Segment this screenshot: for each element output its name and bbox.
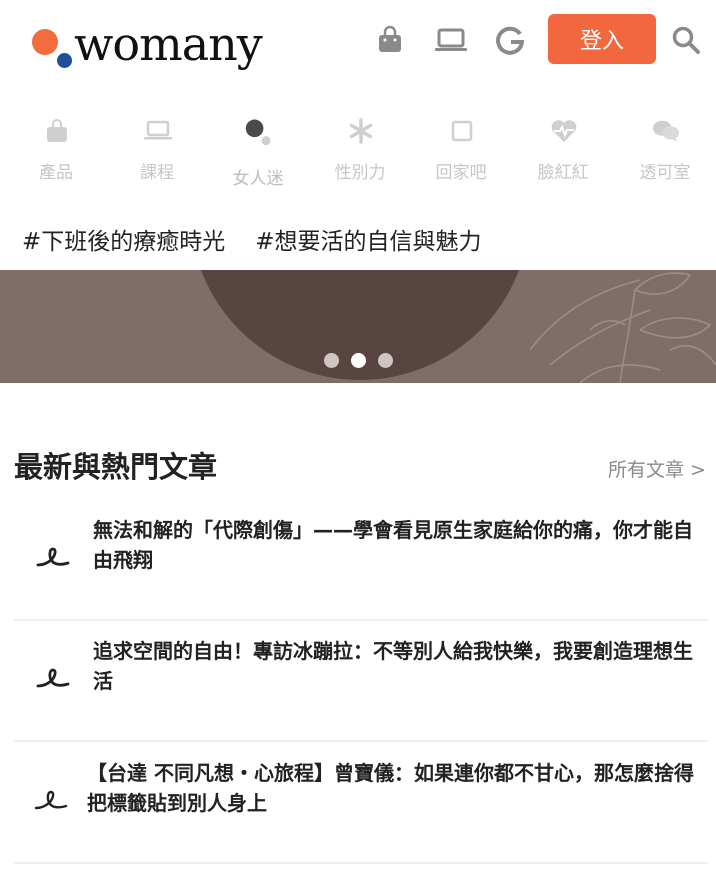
category-blush[interactable]: 臉紅紅 [513,108,613,198]
category-courses[interactable]: 課程 [107,108,207,198]
laptop-icon[interactable] [433,24,469,56]
shopping-bag-icon [42,116,72,146]
login-button[interactable]: 登入 [548,14,656,64]
carousel-dot[interactable] [378,353,393,368]
hashtag-list: #下班後的療癒時光 #想要活的自信與魅力 [22,222,482,256]
category-transparent-room[interactable]: 透可室 [615,108,715,198]
category-womany[interactable]: 女人迷 [208,108,308,198]
category-nav: 產品 課程 女人迷 性別力 回家吧 臉紅紅 透可室 [0,108,716,198]
article-title[interactable]: 無法和解的「代際創傷」——學會看見原生家庭給你的痛，你才能自由飛翔 [93,515,705,575]
google-icon[interactable] [494,24,526,56]
floral-illustration [529,272,716,383]
square-icon [447,116,477,146]
category-label: 產品 [39,163,73,183]
shopping-bag-icon[interactable] [374,24,406,56]
carousel-dot[interactable] [324,353,339,368]
womany-logo[interactable]: womany [30,17,280,74]
womany-script-icon [36,668,70,688]
logo-text: womany [74,17,263,71]
category-label: 課程 [140,163,174,183]
article-item[interactable]: 【台達 不同凡想・心旅程】曾寶儀：如果連你都不甘心，那怎麼捨得把標籤貼到別人身上 [14,744,708,864]
heartbeat-icon [549,116,579,146]
asterisk-icon [346,116,376,146]
category-products[interactable]: 產品 [6,108,106,198]
article-item[interactable]: 無法和解的「代際創傷」——學會看見原生家庭給你的痛，你才能自由飛翔 [14,501,708,621]
laptop-icon [143,116,173,146]
header: womany 登入 [0,0,716,95]
category-label: 回家吧 [435,163,487,183]
carousel-dots [324,353,393,368]
category-home[interactable]: 回家吧 [411,108,511,198]
category-label: 女人迷 [232,169,284,189]
section-title: 最新與熱門文章 [14,450,218,484]
search-icon[interactable] [670,24,702,56]
hashtag-link[interactable]: #想要活的自信與魅力 [255,222,481,256]
carousel-dot-active[interactable] [351,353,366,368]
article-item[interactable]: 追求空間的自由！專訪冰蹦拉：不等別人給我快樂，我要創造理想生活 [14,622,708,742]
womany-script-icon [34,790,68,810]
article-title[interactable]: 追求空間的自由！專訪冰蹦拉：不等別人給我快樂，我要創造理想生活 [93,636,705,696]
article-title[interactable]: 【台達 不同凡想・心旅程】曾寶儀：如果連你都不甘心，那怎麼捨得把標籤貼到別人身上 [87,758,699,818]
category-label: 性別力 [334,163,386,183]
womany-dots-icon [244,116,274,146]
category-label: 透可室 [639,163,691,183]
hashtag-link[interactable]: #下班後的療癒時光 [22,222,225,256]
logo-orange-dot [32,29,58,55]
category-gender[interactable]: 性別力 [310,108,410,198]
chat-bubbles-icon [651,116,681,146]
logo-blue-dot [57,53,72,68]
womany-script-icon [36,547,70,567]
hero-banner[interactable] [0,270,716,383]
all-articles-link[interactable]: 所有文章 > [608,455,706,482]
category-label: 臉紅紅 [537,163,589,183]
